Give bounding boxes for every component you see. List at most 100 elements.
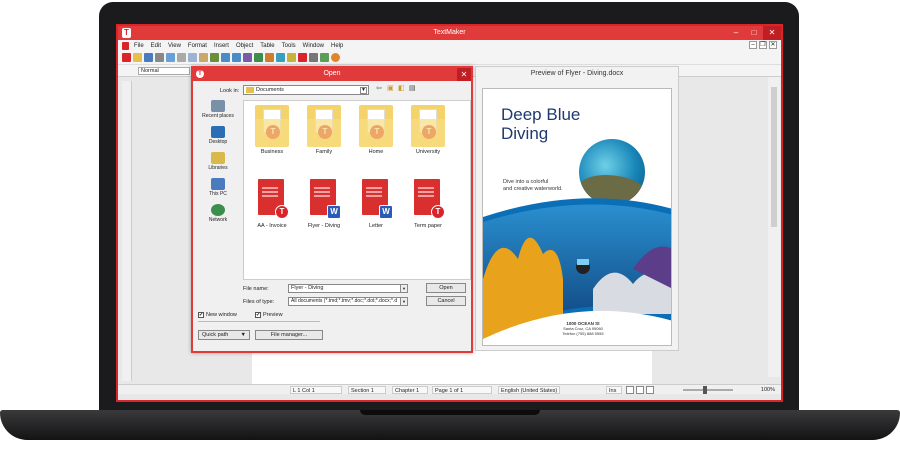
- place-label: Libraries: [208, 165, 228, 171]
- file-name-field[interactable]: Flyer - Diving ▼: [288, 284, 408, 293]
- undo-icon[interactable]: [221, 53, 230, 62]
- up-folder-icon[interactable]: ▣: [387, 85, 395, 93]
- textmaker-document-icon: T: [255, 179, 289, 221]
- folder-business[interactable]: T Business: [246, 105, 298, 155]
- print-icon[interactable]: [155, 53, 164, 62]
- status-language[interactable]: English (United States): [498, 386, 560, 394]
- place-libraries[interactable]: Libraries: [196, 152, 240, 178]
- paragraph-style-select[interactable]: Normal: [138, 67, 190, 75]
- status-insert-mode[interactable]: Ins: [606, 386, 622, 394]
- insert-picture-icon[interactable]: [276, 53, 285, 62]
- look-in-select[interactable]: Documents ▼: [243, 85, 369, 95]
- back-icon[interactable]: ⇦: [376, 85, 384, 93]
- preview-label: Preview: [263, 312, 283, 318]
- chevron-down-icon[interactable]: ▼: [400, 285, 407, 292]
- preview-pane: Preview of Flyer - Diving.docx Deep Blue…: [475, 66, 679, 351]
- view-menu-icon[interactable]: ▤: [409, 85, 417, 93]
- copy-icon[interactable]: [188, 53, 197, 62]
- insert-textframe-icon[interactable]: [287, 53, 296, 62]
- redo-icon[interactable]: [232, 53, 241, 62]
- file-manager-button[interactable]: File manager...: [255, 330, 323, 340]
- desktop-icon: [211, 126, 225, 138]
- folder-family[interactable]: T Family: [298, 105, 350, 155]
- place-this-pc[interactable]: This PC: [196, 178, 240, 204]
- computer-icon: [211, 178, 225, 190]
- preview-checkbox[interactable]: ✔ Preview: [255, 312, 283, 318]
- folder-university[interactable]: T University: [402, 105, 454, 155]
- doc-close-icon[interactable]: ✕: [769, 41, 777, 49]
- menu-file[interactable]: File: [134, 43, 144, 49]
- menu-help[interactable]: Help: [331, 43, 343, 49]
- zoom-slider[interactable]: [683, 389, 733, 391]
- file-aa-invoice[interactable]: T AA - Invoice: [246, 179, 298, 229]
- places-bar: Recent places Desktop Libraries This PC …: [196, 100, 240, 230]
- page-view-icon[interactable]: [636, 386, 644, 394]
- new-document-icon[interactable]: [122, 53, 131, 62]
- open-button[interactable]: Open: [426, 283, 466, 293]
- scrollbar-thumb[interactable]: [771, 87, 777, 227]
- find-icon[interactable]: [309, 53, 318, 62]
- vertical-scrollbar[interactable]: [768, 77, 780, 377]
- menu-window[interactable]: Window: [303, 43, 324, 49]
- insert-object-icon[interactable]: [243, 53, 252, 62]
- open-icon[interactable]: [133, 53, 142, 62]
- insert-table-icon[interactable]: [254, 53, 263, 62]
- file-term-paper[interactable]: T Term paper: [402, 179, 454, 229]
- file-name-label: File name:: [243, 286, 269, 292]
- chevron-down-icon[interactable]: ▼: [360, 87, 367, 94]
- file-label: Term paper: [414, 223, 442, 229]
- place-recent-places[interactable]: Recent places: [196, 100, 240, 126]
- chevron-down-icon[interactable]: ▼: [400, 298, 407, 305]
- file-flyer-diving[interactable]: W Flyer - Diving: [298, 179, 350, 229]
- checkbox-checked-icon[interactable]: ✔: [198, 312, 204, 318]
- file-type-select[interactable]: All documents (*.tmd;*.tmv;*.doc;*.dot;*…: [288, 297, 408, 306]
- menu-insert[interactable]: Insert: [214, 43, 229, 49]
- doc-minimize-icon[interactable]: –: [749, 41, 757, 49]
- normal-view-icon[interactable]: [626, 386, 634, 394]
- menu-tools[interactable]: Tools: [282, 43, 296, 49]
- file-letter[interactable]: W Letter: [350, 179, 402, 229]
- status-section: Section 1: [348, 386, 386, 394]
- maximize-icon[interactable]: □: [745, 26, 763, 40]
- paste-icon[interactable]: [199, 53, 208, 62]
- place-network[interactable]: Network: [196, 204, 240, 230]
- folder-icon: [246, 87, 254, 93]
- folder-home[interactable]: T Home: [350, 105, 402, 155]
- laptop-base-lip: [360, 410, 540, 415]
- menu-edit[interactable]: Edit: [151, 43, 161, 49]
- place-label: Network: [208, 217, 228, 223]
- save-icon[interactable]: [144, 53, 153, 62]
- file-label: Flyer - Diving: [307, 223, 341, 229]
- cut-icon[interactable]: [177, 53, 186, 62]
- close-icon[interactable]: ✕: [763, 26, 781, 40]
- menu-view[interactable]: View: [168, 43, 181, 49]
- insert-chart-icon[interactable]: [265, 53, 274, 62]
- print-preview-icon[interactable]: [166, 53, 175, 62]
- dialog-close-icon[interactable]: ✕: [457, 68, 471, 81]
- network-icon: [211, 204, 225, 216]
- zoom-icon[interactable]: [320, 53, 329, 62]
- new-folder-icon[interactable]: ◧: [398, 85, 406, 93]
- menu-bar: File Edit View Format Insert Object Tabl…: [118, 40, 781, 51]
- spellcheck-icon[interactable]: [298, 53, 307, 62]
- document-window-controls: – ❐ ✕: [749, 41, 777, 49]
- menu-format[interactable]: Format: [188, 43, 207, 49]
- new-window-checkbox[interactable]: ✔ New window: [198, 312, 237, 318]
- quick-path-button[interactable]: Quick path ▼: [198, 330, 250, 340]
- doc-restore-icon[interactable]: ❐: [759, 41, 767, 49]
- textmaker-document-icon: T: [411, 179, 445, 221]
- place-desktop[interactable]: Desktop: [196, 126, 240, 152]
- outline-view-icon[interactable]: [646, 386, 654, 394]
- minimize-icon[interactable]: –: [727, 26, 745, 40]
- place-label: Desktop: [208, 139, 228, 145]
- menu-object[interactable]: Object: [236, 43, 253, 49]
- format-painter-icon[interactable]: [210, 53, 219, 62]
- menu-table[interactable]: Table: [260, 43, 274, 49]
- cancel-button[interactable]: Cancel: [426, 296, 466, 306]
- zoom-slider-knob[interactable]: [703, 386, 707, 394]
- divider: [198, 321, 320, 322]
- folder-icon: T: [359, 105, 393, 147]
- status-position: L 1 Col 1: [290, 386, 342, 394]
- checkbox-checked-icon[interactable]: ✔: [255, 312, 261, 318]
- help-icon[interactable]: [331, 53, 340, 62]
